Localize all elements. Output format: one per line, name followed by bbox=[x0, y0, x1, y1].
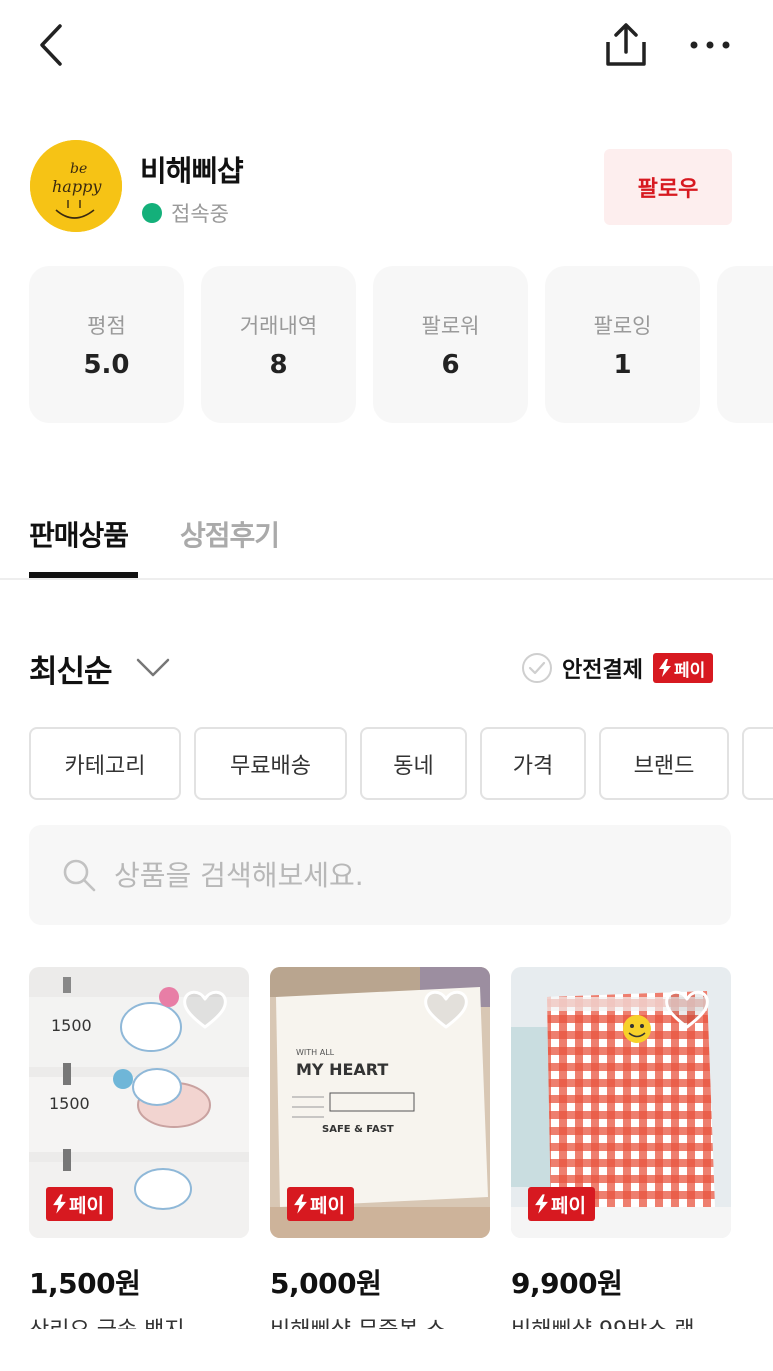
shop-name: 비해삐샵 bbox=[140, 154, 244, 188]
heart-icon[interactable] bbox=[422, 987, 470, 1031]
safe-pay-filter[interactable]: 안전결제 페이 bbox=[521, 652, 714, 684]
pay-badge-text: 페이 bbox=[673, 660, 706, 681]
svg-text:MY HEART: MY HEART bbox=[296, 1060, 388, 1079]
chevron-down-icon[interactable] bbox=[135, 654, 171, 680]
stat-label: 팔로워 bbox=[421, 314, 480, 338]
product-search bbox=[29, 825, 731, 925]
pay-badge: 페이 bbox=[652, 653, 714, 683]
product-price: 9,900원 bbox=[511, 1267, 623, 1300]
svg-text:SAFE & FAST: SAFE & FAST bbox=[322, 1124, 394, 1135]
svg-text:be: be bbox=[70, 161, 87, 177]
stat-followers[interactable]: 팔로워 6 bbox=[373, 266, 528, 423]
sort-row: 최신순 안전결제 페이 bbox=[0, 640, 773, 700]
stat-value: 5.0 bbox=[83, 350, 130, 380]
back-button[interactable] bbox=[30, 20, 74, 70]
bottom-edge bbox=[0, 1329, 773, 1371]
pay-badge-text: 페이 bbox=[69, 1194, 104, 1217]
svg-text:1500: 1500 bbox=[51, 1016, 92, 1035]
product-card[interactable]: 1500 1500 페이 1,500원 산리오 금속 뱃지 bbox=[29, 967, 249, 1344]
be-happy-logo: be happy bbox=[30, 140, 122, 232]
lightning-icon bbox=[535, 1194, 548, 1214]
filter-chips: 카테고리 무료배송 동네 가격 브랜드 bbox=[29, 727, 773, 801]
pay-badge-text: 페이 bbox=[310, 1194, 345, 1217]
active-tab-indicator bbox=[29, 572, 138, 578]
follow-button[interactable]: 팔로우 bbox=[604, 149, 732, 225]
search-input[interactable] bbox=[114, 858, 674, 892]
product-price: 1,500원 bbox=[29, 1267, 141, 1300]
search-icon bbox=[63, 859, 96, 892]
stat-safe-transactions[interactable]: 안 bbox=[717, 266, 773, 423]
lightning-icon bbox=[53, 1194, 66, 1214]
filter-more[interactable] bbox=[742, 727, 773, 800]
tab-reviews[interactable]: 상점후기 bbox=[180, 514, 280, 554]
stat-value: 6 bbox=[441, 350, 460, 380]
stat-label: 거래내역 bbox=[239, 314, 318, 338]
shop-tabs: 판매상품 상점후기 bbox=[0, 500, 773, 580]
chevron-left-icon bbox=[40, 24, 62, 66]
stat-following[interactable]: 팔로잉 1 bbox=[545, 266, 700, 423]
shop-avatar[interactable]: be happy bbox=[30, 140, 122, 232]
product-image[interactable]: 1500 1500 페이 bbox=[29, 967, 249, 1238]
heart-icon[interactable] bbox=[181, 987, 229, 1031]
filter-brand[interactable]: 브랜드 bbox=[599, 727, 729, 800]
stat-transactions[interactable]: 거래내역 8 bbox=[201, 266, 356, 423]
share-upload-icon bbox=[606, 23, 646, 66]
product-card[interactable]: WITH ALL MY HEART SAFE & FAST 페이 5,000원 … bbox=[270, 967, 490, 1344]
pay-badge: 페이 bbox=[287, 1187, 354, 1221]
status-text: 접속중 bbox=[171, 202, 229, 226]
lightning-icon bbox=[658, 659, 671, 677]
product-image[interactable]: 페이 bbox=[511, 967, 731, 1238]
shop-profile: be happy 비해삐샵 접속중 팔로우 bbox=[0, 130, 773, 240]
filter-category[interactable]: 카테고리 bbox=[29, 727, 181, 800]
tab-products[interactable]: 판매상품 bbox=[29, 514, 129, 554]
pay-badge: 페이 bbox=[46, 1187, 113, 1221]
stat-label: 평점 bbox=[87, 314, 126, 338]
more-options-button[interactable] bbox=[684, 20, 740, 70]
stat-value: 1 bbox=[613, 350, 632, 380]
pay-badge-text: 페이 bbox=[551, 1194, 586, 1217]
product-price: 5,000원 bbox=[270, 1267, 382, 1300]
sort-dropdown[interactable]: 최신순 bbox=[29, 646, 113, 691]
svg-text:happy: happy bbox=[52, 177, 102, 196]
stat-label: 안 bbox=[717, 310, 773, 340]
svg-text:1500: 1500 bbox=[49, 1094, 90, 1113]
shop-stats: 평점 5.0 거래내역 8 팔로워 6 팔로잉 1 안 bbox=[29, 266, 773, 423]
pay-badge: 페이 bbox=[528, 1187, 595, 1221]
lightning-icon bbox=[294, 1194, 307, 1214]
check-circle-icon bbox=[522, 653, 552, 683]
safe-pay-label: 안전결제 bbox=[562, 658, 643, 683]
stat-value: 8 bbox=[269, 350, 288, 380]
product-image[interactable]: WITH ALL MY HEART SAFE & FAST 페이 bbox=[270, 967, 490, 1238]
top-bar bbox=[0, 0, 773, 92]
stat-label: 팔로잉 bbox=[593, 314, 652, 338]
more-horizontal-icon bbox=[690, 41, 730, 49]
stat-rating[interactable]: 평점 5.0 bbox=[29, 266, 184, 423]
svg-text:WITH ALL: WITH ALL bbox=[296, 1048, 335, 1057]
heart-icon[interactable] bbox=[663, 987, 711, 1031]
filter-price[interactable]: 가격 bbox=[480, 727, 586, 800]
product-card[interactable]: 페이 9,900원 비해삐샵 99박스 랜 bbox=[511, 967, 731, 1344]
product-grid: 1500 1500 페이 1,500원 산리오 금속 뱃지 bbox=[0, 967, 773, 1371]
online-dot-icon bbox=[142, 203, 162, 223]
filter-free-shipping[interactable]: 무료배송 bbox=[194, 727, 347, 800]
online-status: 접속중 bbox=[142, 198, 229, 228]
filter-neighborhood[interactable]: 동네 bbox=[360, 727, 467, 800]
share-button[interactable] bbox=[600, 20, 652, 70]
